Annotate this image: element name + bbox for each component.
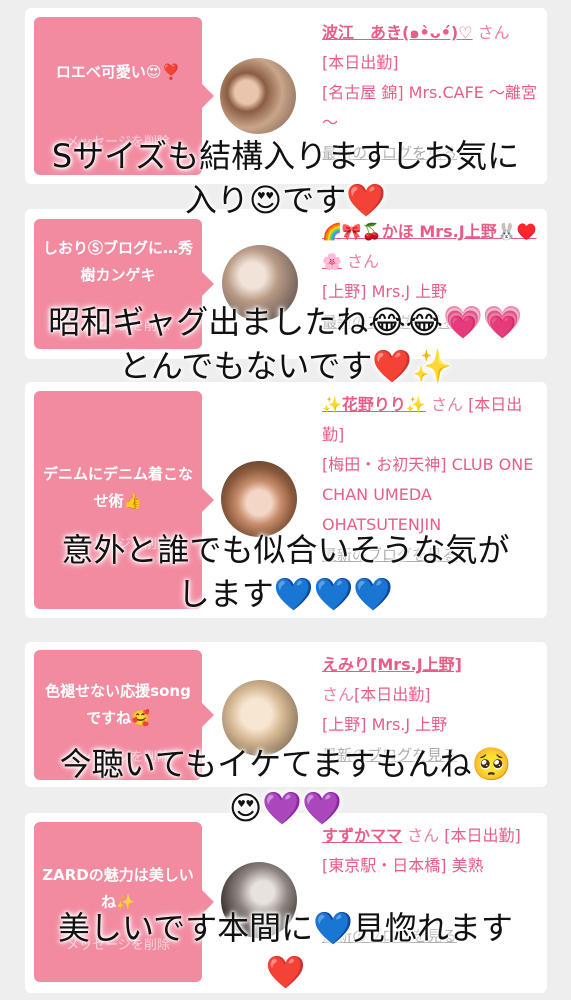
shop-name: [名古屋 錦] Mrs.CAFE ～離宮～	[322, 83, 537, 132]
shop-name: [東京駅・日本橋] 美熟	[322, 856, 484, 875]
san-suffix: さん	[322, 685, 355, 704]
attendance-status: [本日出勤]	[354, 685, 431, 704]
reply-caption-line: 😍💜💜	[228, 789, 343, 827]
shop-name: [上野] Mrs.J 上野	[322, 282, 448, 301]
avatar[interactable]	[221, 461, 297, 537]
message-text: しおりⓈブログに…秀樹カンゲキ	[42, 239, 193, 284]
avatar[interactable]	[220, 58, 296, 134]
bubble-arrow	[202, 488, 214, 512]
reply-caption-line: します💙💙💙	[177, 575, 394, 613]
reply-caption-line: 入り😍です❤️	[184, 181, 387, 219]
profile-name-link[interactable]: ✨花野りり✨	[322, 395, 426, 414]
san-suffix: さん	[347, 252, 380, 271]
reply-caption-line: 美しいです本間に💙見惚れます	[58, 909, 513, 947]
profile-name-link[interactable]: 波江 あき(๑•̀ᴗ•́)♡	[322, 23, 473, 42]
reply-caption-line: とんでもないです❤️✨	[118, 347, 453, 385]
attendance-status: [本日出勤]	[322, 53, 399, 72]
reply-caption: 意外と誰でも似合いそうな気が します💙💙💙	[0, 528, 571, 616]
reply-caption-line: Sサイズも結構入りますしお気に	[51, 137, 520, 175]
bubble-arrow	[202, 84, 214, 108]
reply-caption-line: 昭和ギャグ出ましたね😂😂💗💗	[48, 303, 523, 341]
reply-caption: Sサイズも結構入りますしお気に 入り😍です❤️	[0, 134, 571, 222]
san-suffix: さん	[477, 23, 510, 42]
shop-name: [梅田・お初天神] CLUB ONE CHAN UMEDA OHATSUTENJ…	[322, 455, 534, 534]
reply-caption-line: 意外と誰でも似合いそうな気が	[61, 531, 510, 569]
bubble-arrow	[202, 272, 214, 296]
reply-caption-line: 今聴いてもイケてますもんね🥺	[59, 745, 512, 783]
reply-caption: 昭和ギャグ出ましたね😂😂💗💗 とんでもないです❤️✨	[0, 300, 571, 388]
message-text: ロエベ可愛い😍❣️	[55, 63, 181, 81]
reply-caption-line: ❤️	[265, 953, 306, 991]
profile-name-link[interactable]: えみり[Mrs.J上野]	[322, 655, 462, 674]
bubble-arrow	[202, 703, 214, 727]
message-text: 色褪せない応援songですね🥰	[45, 682, 191, 727]
shop-name: [上野] Mrs.J 上野	[322, 715, 448, 734]
san-suffix: さん	[430, 395, 463, 414]
message-text: デニムにデニム着こなせ術👍	[42, 465, 193, 510]
reply-caption: 今聴いてもイケてますもんね🥺 😍💜💜	[0, 742, 571, 830]
reply-caption: 美しいです本間に💙見惚れます ❤️	[0, 906, 571, 994]
